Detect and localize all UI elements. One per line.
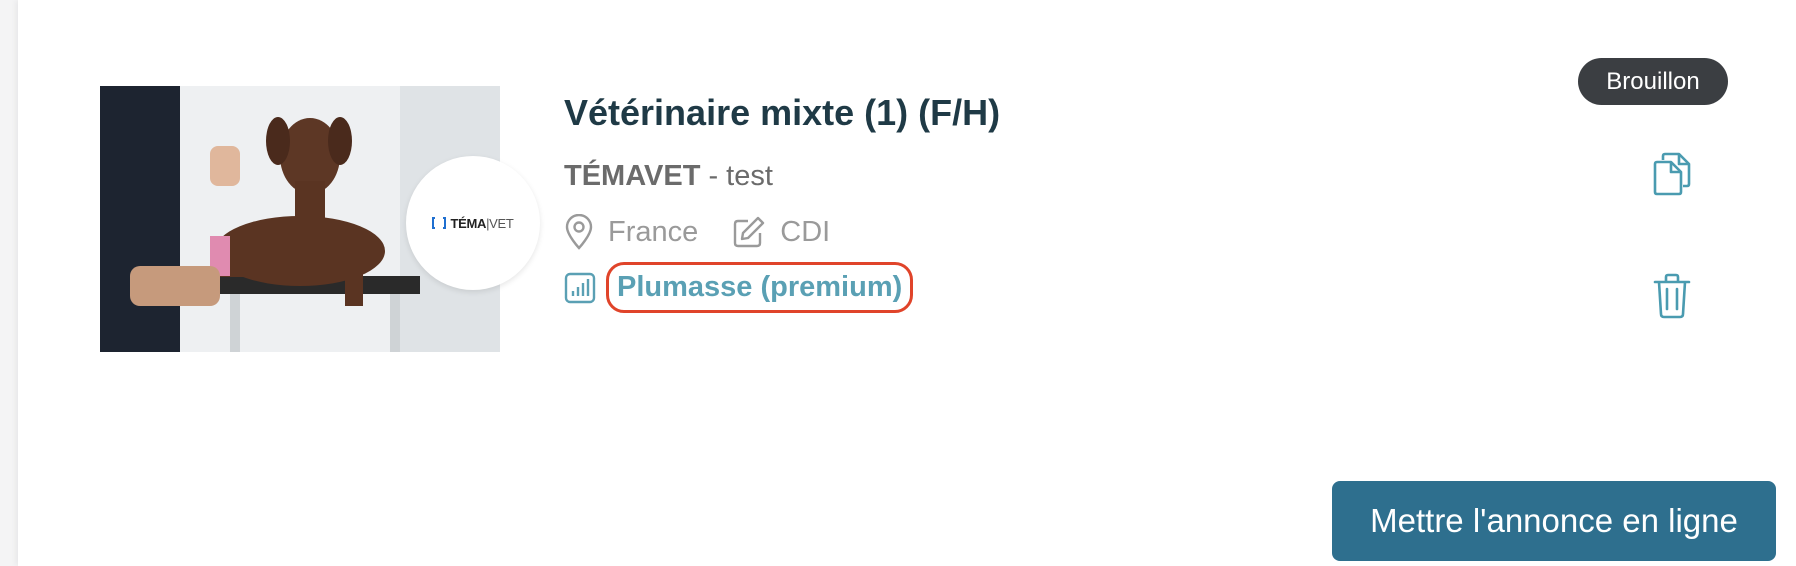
copy-icon [1653, 152, 1691, 196]
company-name: TÉMAVET [564, 160, 701, 192]
logo-wordmark: TÉMA|VET [450, 215, 514, 231]
location-label: France [608, 215, 699, 248]
logo-mark-icon [432, 217, 447, 229]
job-meta: France CDI [564, 214, 830, 250]
contract-label: CDI [780, 215, 831, 248]
job-listing-card: TÉMA|VET Vétérinaire mixte (1) (F/H) TÉM… [18, 0, 1796, 566]
contract-item: CDI [732, 215, 830, 249]
location-pin-icon [565, 214, 593, 250]
company-line: TÉMAVET - test [564, 160, 773, 193]
plan-row: Plumasse (premium) [564, 262, 914, 313]
plan-link[interactable]: Plumasse (premium) [606, 262, 914, 313]
copy-button[interactable] [1648, 150, 1696, 198]
company-suffix: - test [700, 160, 773, 192]
company-logo: TÉMA|VET [406, 156, 540, 290]
job-title: Vétérinaire mixte (1) (F/H) [564, 92, 1001, 133]
edit-icon [734, 216, 765, 248]
trash-icon [1653, 273, 1691, 319]
stats-chart-icon [564, 272, 596, 303]
location-item: France [564, 214, 698, 250]
publish-button[interactable]: Mettre l'annonce en ligne [1332, 481, 1776, 561]
delete-button[interactable] [1648, 272, 1696, 320]
status-badge: Brouillon [1578, 58, 1728, 105]
